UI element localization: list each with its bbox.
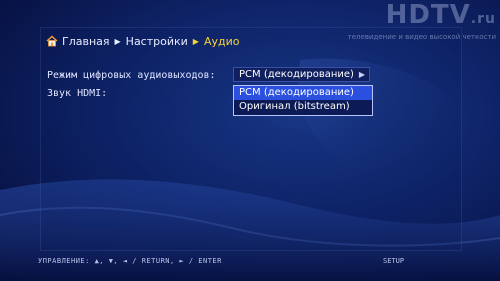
- watermark-logo: HDTV.ru: [385, 0, 496, 30]
- breadcrumb-settings[interactable]: Настройки: [126, 35, 188, 48]
- watermark: HDTV.ru телевидение и видео высокой четк…: [348, 2, 496, 41]
- breadcrumb-audio: Аудио: [203, 34, 240, 48]
- digital-output-dropdown[interactable]: PCM (декодирование) Оригинал (bitstream): [233, 85, 373, 116]
- settings-panel: [40, 27, 462, 251]
- watermark-tagline: телевидение и видео высокой четкости: [347, 33, 496, 41]
- digital-output-value: PCM (декодирование): [239, 69, 354, 80]
- chevron-right-icon: ▶: [358, 70, 365, 79]
- option-pcm[interactable]: PCM (декодирование): [234, 86, 372, 100]
- breadcrumb-separator-icon: ▶: [192, 36, 199, 46]
- footer-controls: УПРАВЛЕНИЕ: ▲, ▼, ◄ / RETURN, ► / ENTER: [38, 257, 222, 265]
- breadcrumb-separator-icon: ▶: [114, 36, 121, 46]
- breadcrumb-home[interactable]: Главная: [62, 35, 110, 48]
- home-icon: [46, 35, 58, 47]
- digital-output-select[interactable]: PCM (декодирование) ▶: [233, 67, 370, 82]
- breadcrumb: Главная ▶ Настройки ▶ Аудио: [46, 33, 239, 49]
- option-bitstream[interactable]: Оригинал (bitstream): [234, 100, 372, 114]
- digital-output-label: Режим цифровых аудиовыходов:: [47, 70, 216, 81]
- footer-setup: SETUP: [383, 257, 405, 265]
- hdmi-audio-label: Звук HDMI:: [47, 88, 108, 99]
